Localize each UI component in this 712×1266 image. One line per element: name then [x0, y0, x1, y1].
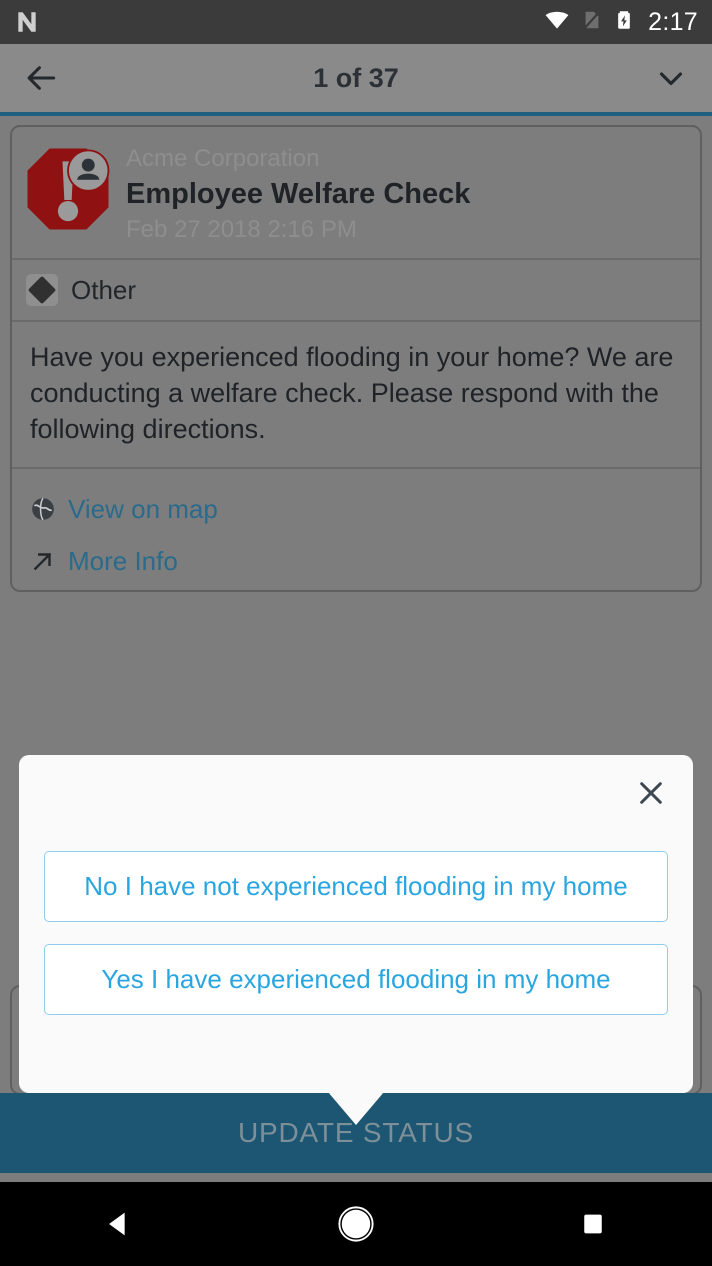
chevron-down-icon[interactable]	[652, 59, 690, 97]
battery-charging-icon	[614, 7, 634, 38]
response-option-list: No I have not experienced flooding in my…	[44, 851, 668, 1037]
arrow-left-icon[interactable]	[22, 59, 60, 97]
close-icon[interactable]	[629, 771, 673, 815]
page-title: 1 of 37	[313, 62, 399, 93]
toolbar-accent-divider	[0, 112, 712, 116]
alert-category-label: Other	[71, 274, 137, 305]
app-toolbar: 1 of 37	[0, 44, 712, 112]
android-navigation-bar	[0, 1182, 712, 1266]
wifi-icon	[544, 7, 570, 38]
octagon-alert-person-icon	[22, 143, 114, 235]
response-option-no[interactable]: No I have not experienced flooding in my…	[44, 851, 668, 923]
view-on-map-link[interactable]: View on map	[30, 483, 700, 535]
alert-message-body: Have you experienced flooding in your ho…	[30, 342, 674, 444]
diamond-icon	[26, 274, 58, 307]
status-bar-left	[14, 9, 544, 35]
more-info-link[interactable]: More Info	[30, 535, 700, 587]
nav-back-triangle-icon[interactable]	[59, 1194, 179, 1254]
status-bar: 2:17	[0, 0, 712, 44]
response-options-dialog: No I have not experienced flooding in my…	[19, 755, 693, 1093]
alert-card-header: Acme Corporation Employee Welfare Check …	[12, 127, 700, 258]
more-info-label: More Info	[68, 545, 178, 576]
status-bar-clock: 2:17	[648, 7, 698, 36]
view-on-map-label: View on map	[68, 493, 218, 524]
alert-category-row: Other	[12, 260, 700, 320]
alert-links: View on map More Info	[12, 469, 700, 597]
nav-recents-square-icon[interactable]	[533, 1194, 653, 1254]
response-option-yes[interactable]: Yes I have experienced flooding in my ho…	[44, 944, 668, 1016]
globe-icon	[30, 496, 56, 522]
alert-title: Employee Welfare Check	[126, 177, 471, 210]
nav-home-circle-icon[interactable]	[296, 1194, 416, 1254]
alert-card-header-text: Acme Corporation Employee Welfare Check …	[114, 143, 470, 244]
arrow-up-right-icon	[30, 548, 56, 574]
organization-name: Acme Corporation	[126, 145, 320, 172]
android-n-logo-icon	[14, 9, 40, 35]
status-bar-right: 2:17	[544, 7, 698, 38]
alert-card[interactable]: Acme Corporation Employee Welfare Check …	[10, 125, 702, 592]
no-sim-card-icon	[581, 7, 603, 38]
alert-timestamp: Feb 27 2018 2:16 PM	[126, 216, 357, 244]
dialog-pointer-tail	[328, 1092, 384, 1125]
